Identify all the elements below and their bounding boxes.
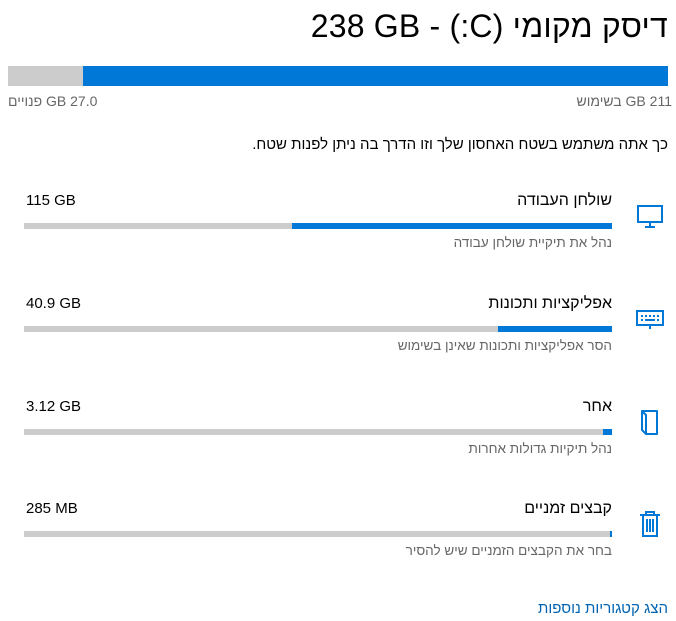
category-subtitle: בחר את הקבצים הזמניים שיש להסיר — [405, 543, 612, 558]
category-other[interactable]: אחר 3.12 GB נהל תיקיות גדולות אחרות — [24, 398, 668, 488]
category-name: אפליקציות ותכונות — [488, 295, 612, 312]
category-name: אחר — [582, 398, 612, 415]
category-subtitle: נהל את תיקיית שולחן עבודה — [453, 235, 612, 250]
show-more-categories-link[interactable]: הצג קטגוריות נוספות — [538, 600, 668, 617]
category-name: קבצים זמניים — [524, 500, 612, 517]
folder-icon — [632, 402, 668, 442]
category-apps[interactable]: אפליקציות ותכונות 40.9 GB הסר אפליקציות … — [24, 295, 668, 385]
category-usage-bar — [24, 531, 612, 537]
category-size: 40.9 GB — [26, 295, 82, 312]
category-usage-bar-fill — [291, 223, 612, 229]
disk-usage-bar-fill — [83, 66, 668, 86]
category-subtitle: נהל תיקיות גדולות אחרות — [468, 441, 612, 456]
storage-description: כך אתה משתמש בשטח האחסון שלך וזו הדרך בה… — [252, 136, 668, 153]
desktop-icon — [632, 196, 668, 236]
trash-icon — [632, 504, 668, 544]
disk-free-label: 27.0 GB פנויים — [8, 93, 98, 109]
category-usage-bar — [24, 223, 612, 229]
disk-usage-bar — [8, 66, 668, 86]
category-name: שולחן העבודה — [517, 192, 612, 209]
category-subtitle: הסר אפליקציות ותכונות שאינן בשימוש — [397, 338, 612, 353]
category-size: 115 GB — [26, 192, 76, 209]
category-usage-bar-fill — [603, 429, 612, 435]
category-temp-files[interactable]: קבצים זמניים 285 MB בחר את הקבצים הזמניי… — [24, 500, 668, 590]
category-usage-bar-fill — [610, 531, 612, 537]
category-size: 3.12 GB — [26, 398, 82, 415]
category-desktop[interactable]: שולחן העבודה 115 GB נהל את תיקיית שולחן … — [24, 192, 668, 282]
category-usage-bar — [24, 429, 612, 435]
category-size: 285 MB — [26, 500, 78, 517]
disk-used-label: 211 GB בשימוש — [576, 93, 673, 109]
category-usage-bar — [24, 326, 612, 332]
page-title: דיסק מקומי (C:) - 238 GB — [310, 8, 668, 44]
keyboard-icon — [632, 299, 668, 339]
category-usage-bar-fill — [497, 326, 612, 332]
